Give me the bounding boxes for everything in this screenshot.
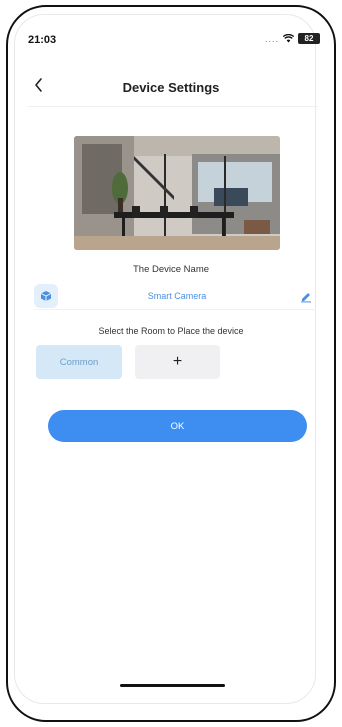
cube-icon xyxy=(34,283,58,308)
device-name-label: The Device Name xyxy=(132,264,210,275)
cube-glyph xyxy=(40,290,52,301)
pencil-glyph xyxy=(301,292,311,302)
room-select-prompt: Select the Room to Place the device xyxy=(98,326,244,336)
wifi-icon xyxy=(283,34,294,43)
header-divider xyxy=(28,106,318,107)
add-room-button[interactable]: + xyxy=(135,345,220,379)
device-room-photo xyxy=(74,136,280,250)
page-title: Device Settings xyxy=(122,80,220,95)
device-name-value[interactable]: Smart Camera xyxy=(58,291,296,301)
status-indicators: .... 82 xyxy=(265,33,320,44)
signal-dots: .... xyxy=(264,33,279,44)
room-option-common[interactable]: Common xyxy=(36,345,122,379)
ok-button[interactable]: OK xyxy=(48,410,307,442)
pencil-icon[interactable] xyxy=(296,286,316,306)
battery-icon: 82 xyxy=(298,33,320,44)
status-time: 21:03 xyxy=(28,34,57,46)
home-indicator xyxy=(120,684,225,687)
room-photo-illustration xyxy=(74,136,280,250)
device-name-row[interactable]: Smart Camera xyxy=(34,282,316,310)
